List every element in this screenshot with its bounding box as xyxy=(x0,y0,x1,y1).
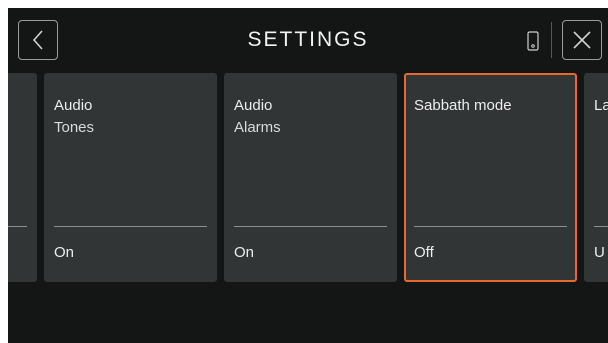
card-title: Audio xyxy=(234,97,273,114)
card-divider xyxy=(594,226,608,227)
settings-card-audio-alarms[interactable]: Audio Alarms On xyxy=(224,73,397,282)
card-value: On xyxy=(234,244,255,261)
card-title: Sabbath mode xyxy=(414,97,512,114)
card-value: U xyxy=(594,244,605,261)
settings-card-audio-tones[interactable]: Audio Tones On xyxy=(44,73,217,282)
card-divider xyxy=(414,226,567,227)
close-icon xyxy=(573,31,591,49)
card-title: Audio xyxy=(54,97,93,114)
header-divider xyxy=(551,22,552,58)
settings-card-partial-left[interactable] xyxy=(8,73,37,282)
card-divider xyxy=(8,226,27,227)
header: SETTINGS xyxy=(8,8,608,73)
settings-screen: SETTINGS Audio Tones On Audio Alarms On … xyxy=(8,8,608,343)
settings-card-partial-right[interactable]: La U xyxy=(584,73,608,282)
settings-cards: Audio Tones On Audio Alarms On Sabbath m… xyxy=(8,73,608,283)
phone-icon[interactable] xyxy=(526,30,540,52)
close-button[interactable] xyxy=(562,20,602,60)
card-divider xyxy=(54,226,207,227)
card-subtitle: Alarms xyxy=(234,119,281,136)
card-title: La xyxy=(594,97,608,114)
card-value: On xyxy=(54,244,75,261)
card-divider xyxy=(234,226,387,227)
card-value: Off xyxy=(414,244,434,261)
page-title: SETTINGS xyxy=(247,28,369,51)
settings-card-sabbath-mode[interactable]: Sabbath mode Off xyxy=(404,73,577,282)
card-subtitle: Tones xyxy=(54,119,95,136)
